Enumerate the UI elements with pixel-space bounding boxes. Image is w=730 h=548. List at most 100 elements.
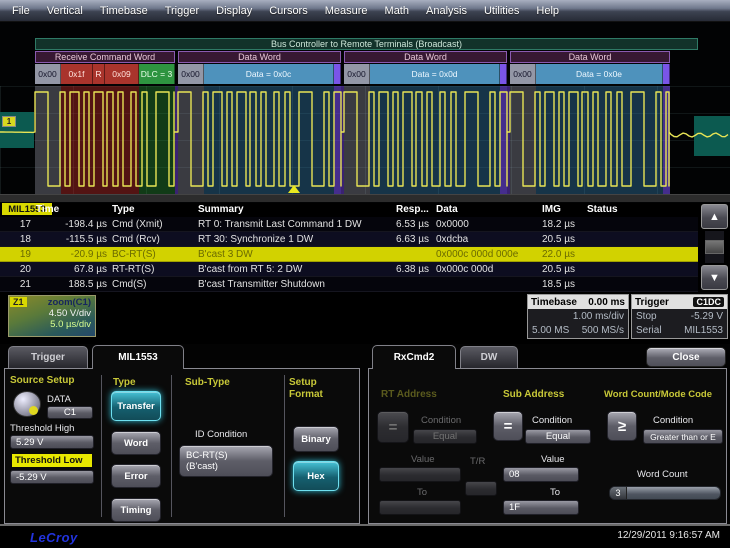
menu-item-trigger[interactable]: Trigger [165, 5, 199, 17]
menu-item-math[interactable]: Math [385, 5, 409, 17]
decode-field-row: 0x000x1fR0x09DLC = 3 [35, 64, 175, 84]
tab-rxcmd2[interactable]: RxCmd2 [372, 345, 456, 369]
type-button-error[interactable]: Error [111, 464, 161, 488]
waveform-display: Bus Controller to Remote Terminals (Broa… [0, 22, 730, 203]
menu-item-vertical[interactable]: Vertical [47, 5, 83, 17]
type-title: Type [113, 377, 136, 388]
threshold-low-label[interactable]: Threshold Low [12, 454, 92, 467]
cell: B'cast Transmitter Shutdown [196, 277, 394, 291]
column-header: Type [110, 203, 196, 216]
decode-field-row: 0x00Data = 0x0c [178, 64, 341, 84]
type-button-transfer[interactable]: Transfer [111, 391, 161, 421]
tr-field[interactable] [465, 481, 497, 496]
close-button[interactable]: Close [646, 347, 726, 367]
menu-item-help[interactable]: Help [536, 5, 559, 17]
cell: 21 [0, 277, 34, 291]
menu-item-display[interactable]: Display [216, 5, 252, 17]
wc-count-label: Word Count [637, 469, 688, 480]
timebase-title: Timebase [531, 297, 577, 308]
cell: 18.2 µs [540, 217, 585, 231]
tab-mil1553[interactable]: MIL1553 [92, 345, 184, 369]
source-knob[interactable] [13, 391, 41, 417]
cell: BC-RT(S) [110, 247, 196, 261]
channel-marker[interactable]: 1 [2, 116, 16, 127]
decode-field-sync: 0x00 [344, 64, 370, 84]
sub-equal-icon[interactable]: = [493, 411, 523, 441]
trace-vscale: 4.50 V/div [9, 308, 91, 319]
cell [434, 277, 540, 291]
source-field[interactable]: C1 [47, 406, 93, 419]
cell: 20.5 µs [540, 262, 585, 276]
column-header: IMG [540, 203, 585, 216]
id-condition-button[interactable]: BC-RT(S) (B'cast) [179, 445, 273, 477]
type-button-timing[interactable]: Timing [111, 498, 161, 522]
status-row: Z1 zoom(C1) 4.50 V/div 5.0 µs/div Timeba… [0, 292, 730, 342]
decode-field-count: DLC = 3 [139, 64, 175, 84]
id-condition-line2: (B'cast) [186, 461, 218, 472]
menu-bar: File Vertical Timebase Trigger Display Cursor… [0, 0, 730, 22]
threshold-low-field[interactable]: -5.29 V [10, 470, 94, 484]
decode-field-parity [334, 64, 341, 84]
clock: 12/29/2011 9:16:57 AM [617, 530, 720, 541]
rt-to-field[interactable] [379, 500, 461, 515]
cell [585, 217, 698, 231]
rt-equal-icon[interactable]: = [377, 411, 409, 443]
menu-item-file[interactable]: File [12, 5, 30, 17]
sub-value-field[interactable]: 08 [503, 467, 579, 482]
trigger-type-value: MIL1553 [684, 325, 723, 336]
scope-footer-bar [0, 194, 730, 202]
trace-descriptor[interactable]: Z1 zoom(C1) 4.50 V/div 5.0 µs/div [8, 295, 96, 337]
cell: -198.4 µs [34, 217, 110, 231]
rt-condition-field[interactable]: Equal [413, 429, 477, 444]
menu-item-cursors[interactable]: Cursors [269, 5, 308, 17]
menu-item-analysis[interactable]: Analysis [426, 5, 467, 17]
format-button-binary[interactable]: Binary [293, 426, 339, 452]
menu-item-utilities[interactable]: Utilities [484, 5, 519, 17]
cell [585, 247, 698, 261]
scroll-up-button[interactable]: ▲ [701, 204, 728, 229]
rt-value-field[interactable] [379, 467, 461, 482]
wc-condition-field[interactable]: Greater than or E [643, 429, 723, 444]
tab-dw[interactable]: DW [460, 346, 518, 368]
menu-item-measure[interactable]: Measure [325, 5, 368, 17]
oscilloscope-screen: File Vertical Timebase Trigger Display Cursor… [0, 0, 730, 548]
table-scrollbar[interactable]: ▲ ▼ [701, 204, 728, 290]
gte-icon[interactable]: ≥ [607, 411, 637, 441]
decode-table: MIL1553 TimeTypeSummaryResp...DataIMGSta… [0, 203, 730, 293]
trigger-level: -5.29 V [691, 311, 723, 322]
rt-condition-label: Condition [421, 415, 461, 426]
threshold-high-field[interactable]: 5.29 V [10, 435, 94, 449]
trigger-position-marker[interactable] [288, 185, 300, 193]
scroll-track[interactable] [705, 231, 724, 263]
cell: 0xdcba [434, 232, 540, 246]
decode-transfer-band: Bus Controller to Remote Terminals (Broa… [35, 38, 698, 50]
timebase-offset: 0.00 ms [588, 297, 625, 308]
decode-field-addr: 0x09 [105, 64, 139, 84]
decode-field-boxes: 0x000x1fR0x09DLC = 30x00Data = 0x0c0x00D… [35, 64, 673, 84]
table-row[interactable]: 21188.5 µsCmd(S)B'cast Transmitter Shutd… [0, 277, 698, 292]
sub-to-field[interactable]: 1F [503, 500, 579, 515]
table-row[interactable]: 18-115.5 µsCmd (Rcv)RT 30: Synchronize 1… [0, 232, 698, 247]
table-row[interactable]: 19-20.9 µsBC-RT(S)B'cast 3 DW0x000c 000d… [0, 247, 698, 262]
format-button-hex[interactable]: Hex [293, 461, 339, 491]
sub-condition-field[interactable]: Equal [525, 429, 591, 444]
trigger-type-label: Serial [636, 325, 662, 336]
column-header: Resp... [394, 203, 434, 216]
cell [585, 277, 698, 291]
scroll-thumb[interactable] [705, 240, 724, 254]
decode-word-band: Receive Command Word [35, 51, 175, 63]
timebase-samples: 5.00 MS [532, 325, 569, 336]
timebase-descriptor[interactable]: Timebase 0.00 ms 1.00 ms/div 5.00 MS 500… [527, 294, 629, 339]
scroll-down-button[interactable]: ▼ [701, 265, 728, 290]
table-row[interactable]: 17-198.4 µsCmd (Xmit)RT 0: Transmit Last… [0, 217, 698, 232]
trigger-descriptor[interactable]: Trigger C1DC Stop -5.29 V Serial MIL1553 [631, 294, 728, 339]
type-button-word[interactable]: Word [111, 431, 161, 455]
table-row[interactable]: 2067.8 µsRT-RT(S)B'cast from RT 5: 2 DW6… [0, 262, 698, 277]
decode-field-row: 0x00Data = 0x0d [344, 64, 507, 84]
cell: RT 0: Transmit Last Command 1 DW [196, 217, 394, 231]
menu-item-timebase[interactable]: Timebase [100, 5, 148, 17]
decode-field-row: 0x00Data = 0x0e [510, 64, 670, 84]
tab-trigger[interactable]: Trigger [8, 346, 88, 368]
word-count-slider[interactable]: 3 [609, 486, 721, 500]
rt-address-title: RT Address [381, 389, 437, 400]
